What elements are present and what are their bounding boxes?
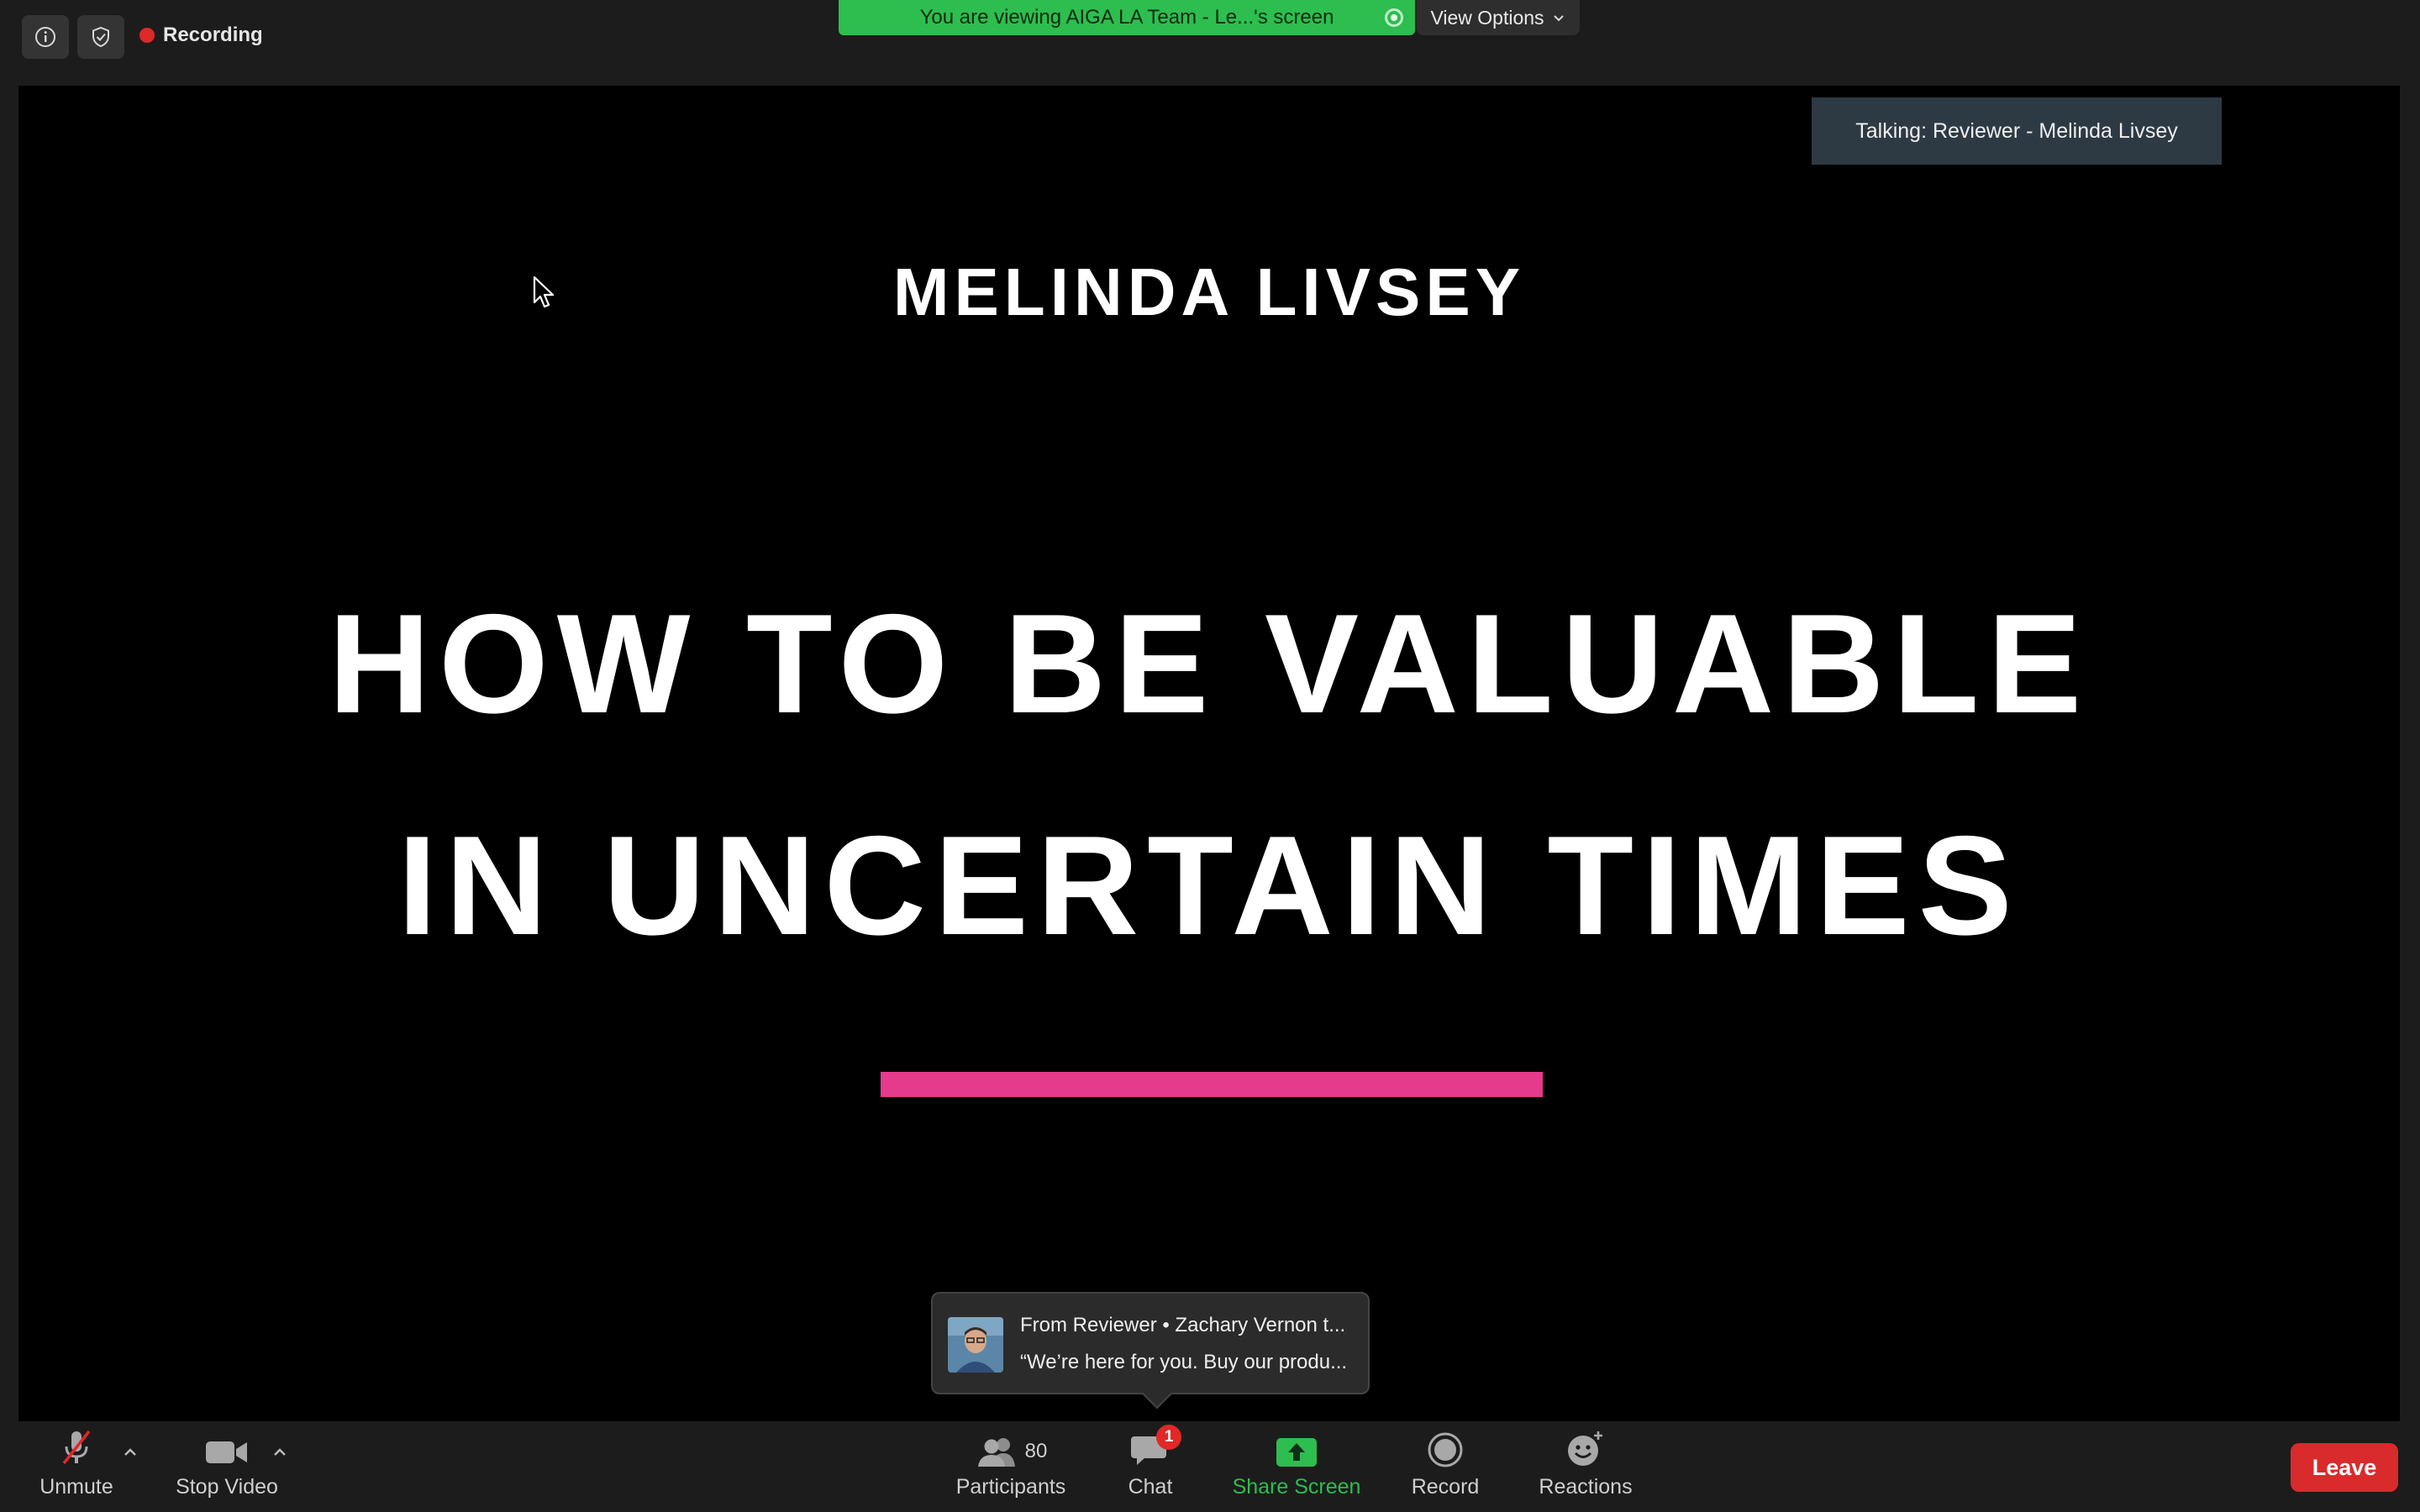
security-button[interactable] <box>77 15 124 59</box>
viewing-banner: You are viewing AIGA LA Team - Le...'s s… <box>839 0 1415 35</box>
video-options-caret-icon[interactable] <box>271 1443 289 1462</box>
chat-label: Chat <box>1128 1475 1173 1499</box>
participants-count: 80 <box>1024 1440 1048 1462</box>
unmute-button[interactable]: Unmute <box>29 1421 124 1512</box>
participants-label: Participants <box>955 1475 1066 1499</box>
slide-title-line-2: IN UNCERTAIN TIMES <box>397 806 2021 964</box>
chat-unread-badge: 1 <box>1156 1425 1181 1450</box>
video-camera-icon <box>206 1441 247 1463</box>
record-label: Record <box>1411 1475 1480 1499</box>
reactions-button[interactable]: Reactions <box>1531 1421 1640 1512</box>
record-button[interactable]: Record <box>1400 1421 1491 1512</box>
share-screen-arrow-icon <box>1276 1438 1317 1467</box>
talking-indicator: Talking: Reviewer - Melinda Livsey <box>1812 97 2222 165</box>
view-options-button[interactable]: View Options <box>1417 0 1580 35</box>
leave-button[interactable]: Leave <box>2291 1443 2398 1492</box>
audio-options-caret-icon[interactable] <box>121 1443 139 1462</box>
slide-accent-bar <box>881 1072 1543 1097</box>
participants-icon <box>977 1438 1015 1467</box>
view-options-label: View Options <box>1430 6 1544 29</box>
chat-notification-sender: From Reviewer • Zachary Vernon t... <box>1020 1314 1346 1336</box>
recording-indicator[interactable]: Recording <box>139 20 263 50</box>
stop-video-button[interactable]: Stop Video <box>168 1421 286 1512</box>
recording-dot-icon <box>139 28 155 43</box>
shield-check-icon <box>92 26 109 48</box>
record-icon <box>1428 1432 1463 1467</box>
chevron-down-icon <box>1553 15 1564 22</box>
unmute-label: Unmute <box>39 1475 113 1499</box>
stop-video-label: Stop Video <box>176 1475 278 1499</box>
info-icon <box>35 27 55 47</box>
chat-notification-message: “We’re here for you. Buy our produ... <box>1020 1351 1348 1373</box>
slide-title-line-1: HOW TO BE VALUABLE <box>328 585 2091 743</box>
talking-indicator-text: Talking: Reviewer - Melinda Livsey <box>1855 118 2178 143</box>
share-screen-button[interactable]: Share Screen <box>1227 1421 1366 1512</box>
meeting-controls-toolbar: Unmute Stop Video 80 Participants Chat S… <box>0 1421 2420 1512</box>
top-bar: Recording You are viewing AIGA LA Team -… <box>0 0 2420 84</box>
reactions-smiley-icon <box>1568 1431 1602 1466</box>
shared-screen: Talking: Reviewer - Melinda Livsey MELIN… <box>18 86 2400 1421</box>
screen-share-status-icon <box>1385 8 1403 27</box>
recording-label: Recording <box>163 24 263 46</box>
microphone-muted-icon <box>62 1430 91 1465</box>
meeting-info-button[interactable] <box>22 15 69 59</box>
avatar <box>948 1317 1003 1373</box>
leave-label: Leave <box>2312 1454 2377 1480</box>
reactions-label: Reactions <box>1539 1475 1633 1499</box>
chat-notification[interactable]: From Reviewer • Zachary Vernon t... “We’… <box>931 1292 1370 1394</box>
participants-button[interactable]: 80 Participants <box>948 1421 1074 1512</box>
viewing-banner-text: You are viewing AIGA LA Team - Le...'s s… <box>919 6 1334 29</box>
slide-presenter-name: MELINDA LIVSEY <box>892 255 1526 329</box>
share-screen-label: Share Screen <box>1232 1475 1361 1499</box>
